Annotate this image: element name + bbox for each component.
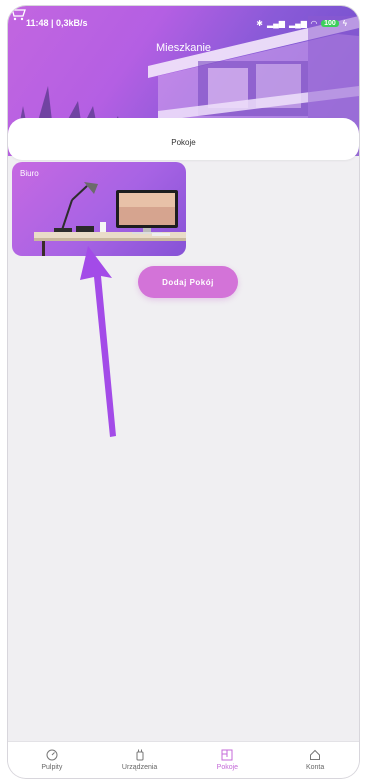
signal-icon: ▂▄▆ — [266, 18, 285, 28]
add-room-button[interactable]: Dodaj Pokój — [138, 266, 238, 298]
app-screen: 11:48 | 0,3kB/s ✱ ▂▄▆ ▂▄▆ ◠ 100 ϟ Mieszk… — [8, 6, 359, 778]
nav-label: Pulpity — [41, 764, 63, 771]
nav-item-pokoje[interactable]: Pokoje — [184, 742, 272, 778]
room-name: Biuro — [20, 169, 39, 178]
wifi-icon: ◠ — [310, 18, 318, 28]
room-icon — [221, 749, 233, 761]
plug-icon — [136, 749, 144, 761]
nav-label: Pokoje — [216, 764, 239, 771]
nav-label: Konta — [305, 764, 325, 771]
nav-label: Urządzenia — [121, 764, 158, 771]
gauge-icon — [46, 749, 58, 761]
battery-icon: 100 — [321, 19, 339, 27]
page-title: Mieszkanie — [155, 42, 212, 54]
cart-icon[interactable] — [8, 6, 26, 22]
signal-icon: ▂▄▆ — [288, 18, 307, 28]
pointer-arrow-annotation — [80, 246, 116, 437]
home-icon — [310, 749, 321, 760]
status-bar: 11:48 | 0,3kB/s ✱ ▂▄▆ ▂▄▆ ◠ 100 ϟ — [26, 16, 347, 30]
nav-item-pulpity[interactable]: Pulpity — [8, 742, 96, 778]
nav-item-konta[interactable]: Konta — [271, 742, 359, 778]
status-time: 11:48 | 0,3kB/s — [26, 18, 88, 28]
bottom-navigation: Pulpity Urządzenia Pokoje Konta — [8, 741, 359, 778]
tab-rooms[interactable]: Pokoje — [8, 138, 359, 147]
charging-icon: ϟ — [342, 18, 347, 28]
room-card[interactable]: Biuro — [12, 162, 186, 256]
tab-bar: Pokoje — [8, 118, 359, 160]
nav-item-urzadzenia[interactable]: Urządzenia — [96, 742, 184, 778]
bluetooth-icon: ✱ — [256, 18, 263, 28]
